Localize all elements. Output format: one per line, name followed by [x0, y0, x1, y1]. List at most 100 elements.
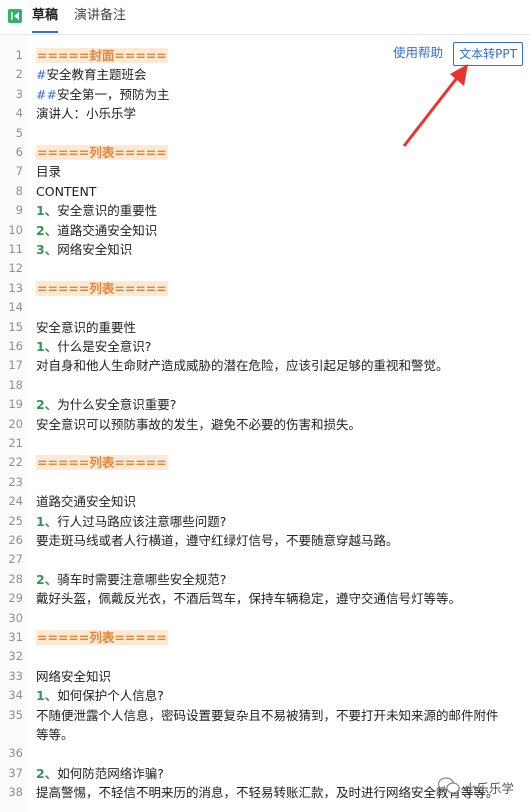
line-text: 2、道路交通安全知识: [36, 221, 157, 240]
line-number: 18: [8, 377, 23, 392]
line-content: 为什么安全意识重要?: [57, 397, 177, 413]
list-marker: 2、: [36, 397, 58, 413]
line-content: 如何防范网络诈骗?: [57, 765, 164, 781]
line-text: 2、为什么安全意识重要?: [36, 395, 176, 414]
line-content: 如何保护个人信息?: [57, 688, 164, 704]
list-marker: 1、: [36, 513, 58, 529]
line-content: 什么是安全意识?: [57, 339, 152, 354]
line-number: 15: [8, 319, 23, 334]
line-number: 14: [8, 300, 23, 315]
list-marker: 1、: [36, 203, 58, 219]
editor-line: 29 戴好头盔，佩戴反光衣，不酒后驾车，保持车辆稳定，遵守交通信号灯等等。: [0, 589, 530, 608]
line-content: 网络安全知识: [57, 242, 133, 257]
editor-line: 32: [0, 647, 530, 666]
line-number: 4: [15, 106, 23, 121]
line-number: 9: [15, 203, 23, 218]
editor-line: 35 不随便泄露个人信息，密码设置要复杂且不易被猜到，不要打开未知来源的邮件附件: [0, 706, 530, 725]
line-text: 网络安全知识: [36, 667, 111, 686]
red-arrow-annotation: [402, 64, 468, 147]
collapse-panel-icon[interactable]: [8, 9, 22, 23]
line-number: 34: [8, 688, 23, 703]
line-number: 1: [15, 48, 23, 62]
line-text: 道路交通安全知识: [36, 492, 136, 511]
line-content: 不随便泄露个人信息，密码设置要复杂且不易被猜到，不要打开未知来源的邮件附件: [36, 707, 499, 723]
line-text: =====列表=====: [36, 279, 168, 298]
line-number: 20: [8, 416, 23, 431]
list-marker: 2、: [36, 571, 58, 587]
text-to-ppt-button[interactable]: 文本转PPT: [453, 42, 523, 66]
editor-line: 9 1、安全意识的重要性: [0, 201, 530, 220]
line-text: 3、网络安全知识: [36, 240, 132, 259]
editor-line: 20 安全意识可以预防事故的发生，避免不必要的伤害和损失。: [0, 415, 530, 434]
line-number: 11: [8, 242, 23, 256]
line-number: 28: [8, 571, 23, 586]
editor-line: 33 网络安全知识: [0, 667, 530, 686]
editor-line: 26 要走斑马线或者人行横道，遵守红绿灯信号，不要随意穿越马路。: [0, 531, 530, 550]
editor-line: 8 CONTENT: [0, 182, 530, 201]
editor-line: 16 1、什么是安全意识?: [0, 337, 530, 356]
line-number: 35: [8, 707, 23, 722]
line-text: ##安全第一，预防为主: [36, 85, 169, 104]
line-number: 33: [8, 668, 23, 683]
line-number: 5: [15, 125, 23, 140]
heading-marker: #: [36, 67, 47, 83]
list-marker: 1、: [36, 688, 58, 704]
line-content: 安全意识的重要性: [36, 319, 137, 335]
line-content: 演讲人：小乐乐学: [36, 106, 137, 122]
section-marker: =====列表=====: [36, 455, 168, 471]
line-number: 27: [8, 552, 23, 567]
line-text: 1、如何保护个人信息?: [36, 686, 164, 705]
line-number: 31: [8, 630, 23, 644]
editor-line: 15 安全意识的重要性: [0, 318, 530, 337]
line-number: 2: [15, 67, 23, 82]
line-text: =====列表=====: [36, 453, 168, 472]
line-content: 安全意识可以预防事故的发生，避免不必要的伤害和损失。: [36, 416, 362, 432]
section-marker: =====封面=====: [36, 48, 168, 63]
editor-line: 28 2、骑车时需要注意哪些安全规范?: [0, 570, 530, 589]
editor-line: 31 =====列表=====: [0, 628, 530, 647]
line-text: 1、行人过马路应该注意哪些问题?: [36, 512, 226, 531]
editor-line: 23: [0, 473, 530, 492]
line-number: 12: [8, 261, 23, 276]
line-text: CONTENT: [36, 182, 96, 201]
editor-line: 19 2、为什么安全意识重要?: [0, 395, 530, 414]
editor-line: 1 =====封面=====: [0, 46, 530, 65]
line-number: 16: [8, 339, 23, 353]
line-text: 1、安全意识的重要性: [36, 201, 157, 220]
list-marker: 2、: [36, 222, 58, 238]
line-number: 3: [15, 86, 23, 101]
line-text: 2、如何防范网络诈骗?: [36, 764, 164, 783]
line-number: 8: [15, 183, 23, 198]
line-number: 26: [8, 533, 23, 547]
line-number: 32: [8, 649, 23, 664]
editor-line: 7 目录: [0, 162, 530, 181]
line-text: 1、什么是安全意识?: [36, 337, 151, 356]
line-content: 安全意识的重要性: [57, 203, 158, 219]
line-number: 21: [8, 436, 23, 450]
line-text: 等等。: [36, 725, 74, 744]
line-number: 24: [8, 494, 23, 509]
line-number: 29: [8, 591, 23, 606]
line-number: 7: [15, 164, 23, 179]
line-number: 19: [8, 397, 23, 412]
editor-line: 36: [0, 744, 530, 763]
editor-line: 34 1、如何保护个人信息?: [0, 686, 530, 705]
tab-speaker-notes[interactable]: 演讲备注: [74, 7, 126, 25]
line-content: 安全第一，预防为主: [56, 86, 170, 102]
list-marker: 1、: [36, 339, 58, 354]
editor-line: 11 3、网络安全知识: [0, 240, 530, 259]
editor-line: 等等。: [0, 725, 530, 744]
line-content: 目录: [36, 164, 62, 180]
heading-marker: ##: [36, 86, 57, 102]
help-link[interactable]: 使用帮助: [393, 44, 443, 62]
tab-draft[interactable]: 草稿: [32, 7, 59, 33]
list-marker: 3、: [36, 242, 58, 257]
line-text: 目录: [36, 162, 61, 181]
line-content: 等等。: [36, 727, 74, 742]
line-content: 戴好头盔，佩戴反光衣，不酒后驾车，保持车辆稳定，遵守交通信号灯等等。: [36, 591, 462, 607]
editor-line: 21: [0, 434, 530, 453]
editor-line: 18: [0, 376, 530, 395]
line-text: 戴好头盔，佩戴反光衣，不酒后驾车，保持车辆稳定，遵守交通信号灯等等。: [36, 589, 461, 608]
editor-line: 12: [0, 259, 530, 278]
line-text: 安全意识的重要性: [36, 318, 136, 337]
